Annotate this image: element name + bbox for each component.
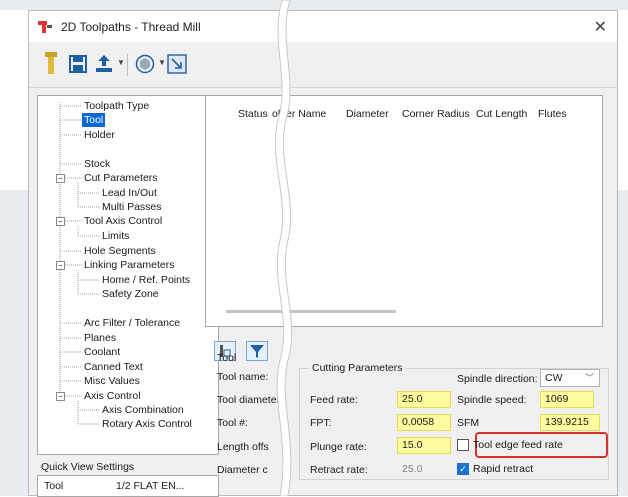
- tree-item-safety-zone[interactable]: Safety Zone: [102, 287, 159, 301]
- tree-item-planes[interactable]: Planes: [84, 331, 116, 345]
- tree-item-home-ref-points[interactable]: Home / Ref. Points: [102, 273, 190, 287]
- tree-item-axis-control[interactable]: Axis Control: [84, 389, 141, 403]
- column-header-diameter[interactable]: Diameter: [346, 108, 389, 120]
- tree-item-stock[interactable]: Stock: [84, 157, 110, 171]
- quick-view-title: Quick View Settings: [41, 461, 135, 473]
- window-title: 2D Toolpaths - Thread Mill: [61, 19, 201, 34]
- toolbar-separator: [127, 54, 128, 76]
- tree-item-lead-in-out[interactable]: Lead In/Out: [102, 186, 157, 200]
- close-icon[interactable]: ✕: [594, 17, 607, 37]
- rapid-retract-label: Rapid retract: [473, 463, 534, 475]
- title-bar: 2D Toolpaths - Thread Mill ✕: [29, 11, 617, 42]
- tree-item-axis-combination[interactable]: Axis Combination: [102, 403, 184, 417]
- column-header-flutes[interactable]: Flutes: [538, 108, 567, 120]
- collapse-icon[interactable]: −: [56, 217, 65, 226]
- tree-item-canned-text[interactable]: Canned Text: [84, 360, 143, 374]
- sfm-input[interactable]: 139.9215: [540, 414, 600, 431]
- toolbar: ▼ ▼: [29, 42, 617, 88]
- tree-item-hole-segments[interactable]: Hole Segments: [84, 244, 156, 258]
- tree-item-limits[interactable]: Limits: [102, 229, 129, 243]
- tool-section-title: Tool: [217, 352, 237, 364]
- tree-item-tool[interactable]: Tool: [82, 113, 106, 127]
- column-header-corner-radius[interactable]: Corner Radius: [402, 108, 470, 120]
- collapse-icon[interactable]: −: [56, 261, 65, 270]
- tree-item-linking-parameters[interactable]: Linking Parameters: [84, 258, 174, 272]
- tree-item-misc-values[interactable]: Misc Values: [84, 374, 140, 388]
- wavy-break: [274, 0, 293, 496]
- background-band-top: [0, 0, 628, 10]
- fpt-label: FPT:: [310, 417, 332, 429]
- export-dropdown-icon[interactable]: ▼: [117, 58, 125, 67]
- retract-rate-input[interactable]: 25.0: [397, 461, 451, 478]
- tree-item-rotary-axis-control[interactable]: Rotary Axis Control: [102, 417, 192, 431]
- tree-item-cut-parameters[interactable]: Cut Parameters: [84, 171, 158, 185]
- collapse-icon[interactable]: −: [56, 392, 65, 401]
- spindle-direction-select[interactable]: CW ﹀: [540, 369, 600, 387]
- quick-view-key: Tool: [44, 480, 64, 492]
- tool-number-label: Tool #:: [217, 417, 248, 429]
- spindle-direction-label: Spindle direction:: [457, 373, 538, 385]
- quick-view-value: 1/2 FLAT EN...: [116, 480, 185, 492]
- view-dropdown-icon[interactable]: ▼: [158, 58, 166, 67]
- window-icon[interactable]: [167, 54, 187, 74]
- feed-rate-input[interactable]: 25.0: [397, 391, 451, 408]
- app-icon: [38, 20, 52, 33]
- retract-rate-label: Retract rate:: [310, 464, 368, 476]
- collapse-icon[interactable]: −: [56, 174, 65, 183]
- spindle-direction-value: CW: [545, 372, 563, 384]
- tree-item-multi-passes[interactable]: Multi Passes: [102, 200, 162, 214]
- spindle-speed-input[interactable]: 1069: [540, 391, 594, 408]
- operation-tree: Toolpath Type Tool Holder Stock − Cut Pa…: [37, 95, 219, 455]
- tree-item-toolpath-type[interactable]: Toolpath Type: [84, 99, 149, 113]
- tool-edge-feed-label: Tool edge feed rate: [473, 439, 563, 451]
- quick-view-row: Tool 1/2 FLAT EN...: [37, 475, 219, 497]
- tree-item-arc-filter[interactable]: Arc Filter / Tolerance: [84, 316, 180, 330]
- sfm-label: SFM: [457, 417, 480, 429]
- view-cube-icon[interactable]: [135, 54, 155, 74]
- chevron-down-icon: ﹀: [584, 373, 594, 383]
- rapid-retract-checkbox[interactable]: ✓: [457, 463, 469, 475]
- plunge-rate-input[interactable]: 15.0: [397, 437, 451, 454]
- fpt-input[interactable]: 0.0058: [397, 414, 451, 431]
- tool-holder-icon[interactable]: [45, 52, 57, 76]
- column-header-cut-length[interactable]: Cut Length: [476, 108, 527, 120]
- tree-item-coolant[interactable]: Coolant: [84, 345, 120, 359]
- spindle-speed-label: Spindle speed:: [457, 394, 527, 406]
- cutting-parameters-title: Cutting Parameters: [309, 362, 406, 374]
- export-icon[interactable]: [95, 54, 113, 73]
- thread-mill-dialog: 2D Toolpaths - Thread Mill ✕ ▼ ▼ Toolpat…: [28, 10, 618, 497]
- tree-item-tool-axis-control[interactable]: Tool Axis Control: [84, 214, 162, 228]
- tool-edge-feed-checkbox[interactable]: [457, 439, 469, 451]
- feed-rate-label: Feed rate:: [310, 394, 358, 406]
- save-icon[interactable]: [69, 55, 87, 73]
- tree-item-holder[interactable]: Holder: [84, 128, 115, 142]
- plunge-rate-label: Plunge rate:: [310, 441, 367, 453]
